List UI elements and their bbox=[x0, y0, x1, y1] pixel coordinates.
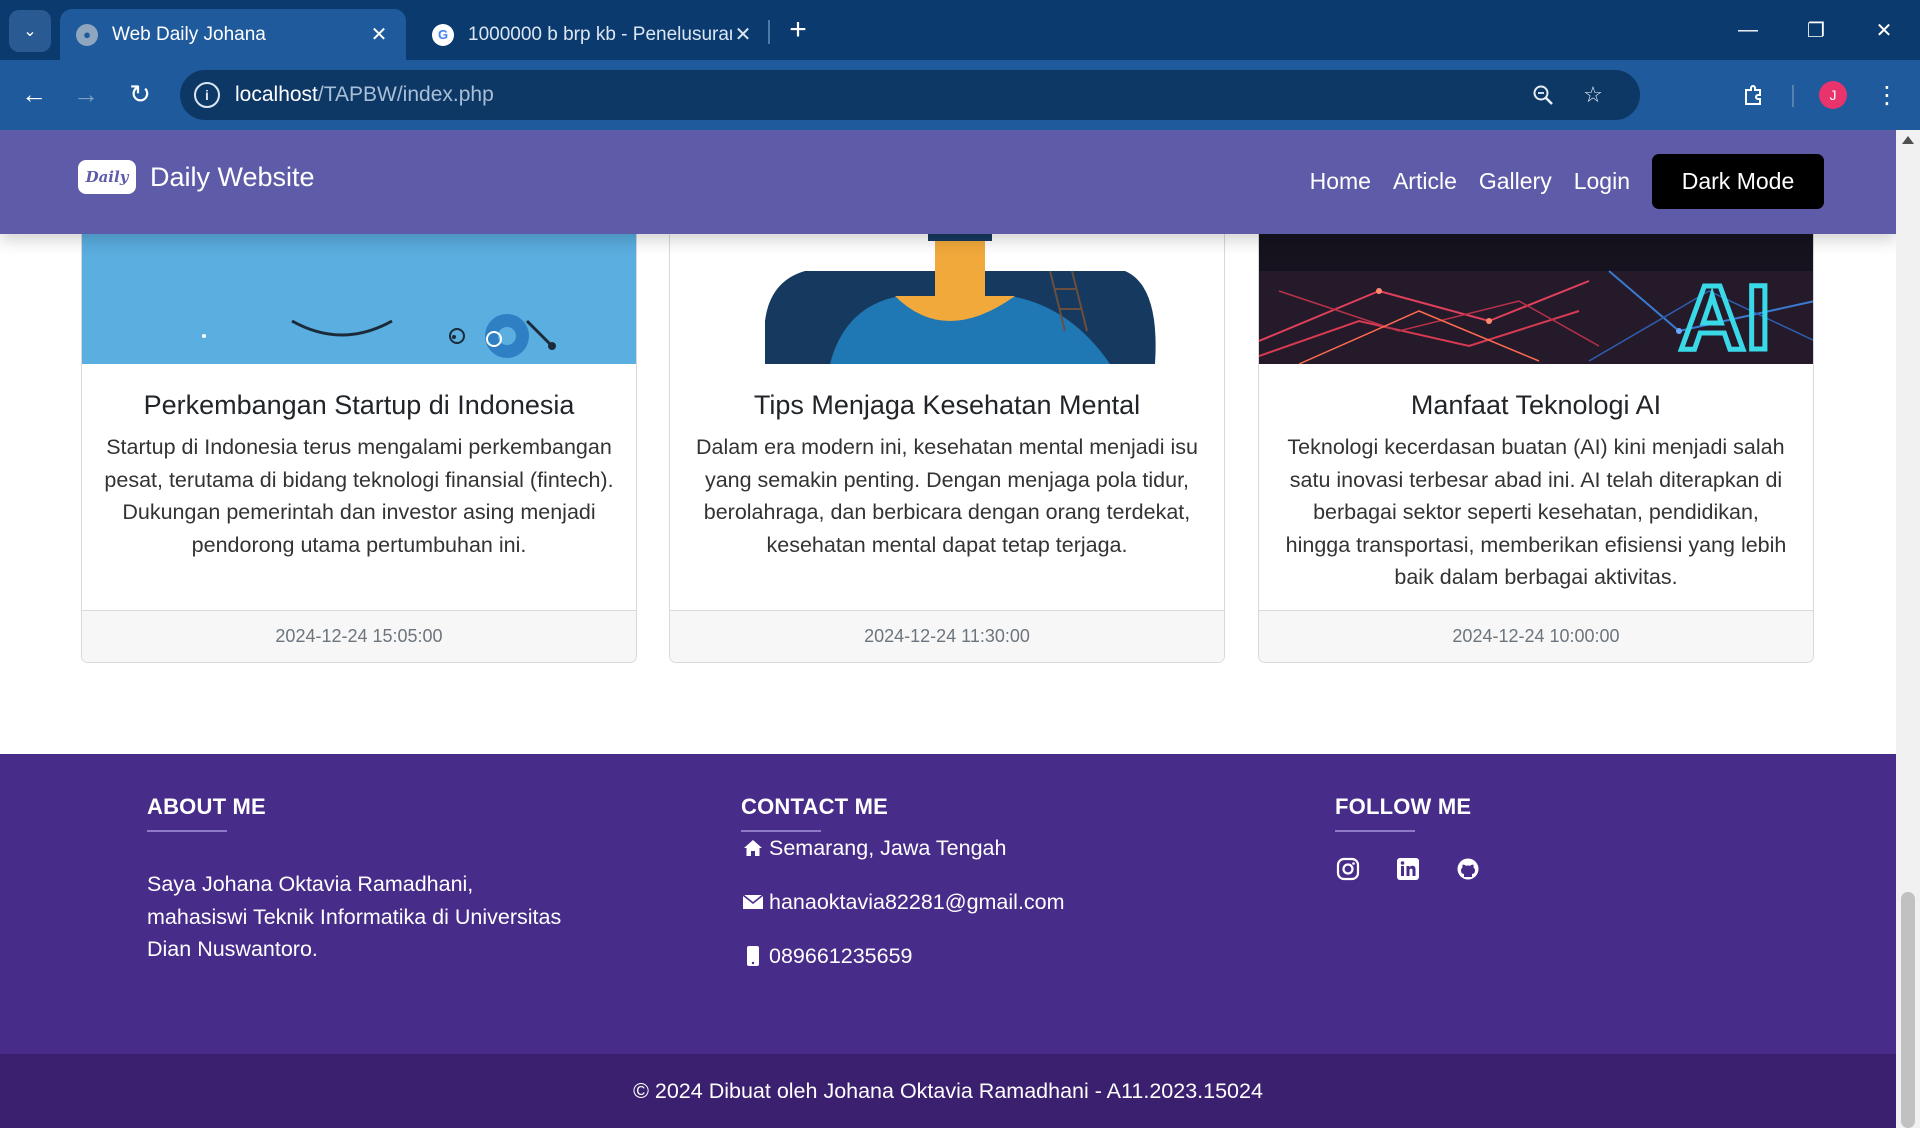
toolbar-separator bbox=[1792, 85, 1794, 107]
brand-logo: Daily bbox=[78, 160, 136, 194]
linkedin-icon[interactable] bbox=[1395, 856, 1421, 882]
instagram-icon[interactable] bbox=[1335, 856, 1361, 882]
follow-heading: FOLLOW ME bbox=[1335, 794, 1472, 819]
article-card: AI Manfaat Teknologi AI Teknologi kecerd… bbox=[1258, 170, 1814, 663]
reload-icon: ↻ bbox=[129, 78, 151, 109]
follow-section: FOLLOW ME bbox=[1335, 794, 1515, 882]
article-text: Teknologi kecerdasan buatan (AI) kini me… bbox=[1285, 435, 1787, 589]
reload-button[interactable]: ↻ bbox=[120, 74, 160, 114]
contact-heading: CONTACT ME bbox=[741, 794, 889, 819]
close-tab-icon[interactable]: ✕ bbox=[732, 22, 754, 47]
nav-home-link[interactable]: Home bbox=[1310, 168, 1371, 195]
article-card: Tips Menjaga Kesehatan Mental Dalam era … bbox=[669, 170, 1225, 663]
globe-icon: ● bbox=[76, 23, 98, 46]
nav-article-link[interactable]: Article bbox=[1393, 168, 1457, 195]
back-button[interactable]: ← bbox=[14, 74, 54, 114]
arrow-left-icon: ← bbox=[21, 78, 47, 109]
url-text[interactable]: localhost/TAPBW/index.php bbox=[235, 83, 494, 107]
contact-address: Semarang, Jawa Tengah bbox=[741, 832, 1065, 864]
site-info-icon[interactable]: i bbox=[194, 82, 220, 108]
restore-button[interactable]: ❐ bbox=[1792, 8, 1840, 52]
google-icon: G bbox=[432, 23, 454, 46]
tab-google-search[interactable]: G 1000000 b brp kb - Penelusuran ✕ bbox=[416, 9, 770, 60]
article-title: Tips Menjaga Kesehatan Mental bbox=[753, 390, 1141, 420]
bookmark-star-icon[interactable]: ☆ bbox=[1576, 78, 1610, 112]
browser-tab-strip: ⌄ ● Web Daily Johana ✕ G 1000000 b brp k… bbox=[0, 0, 1920, 60]
nav-gallery-link[interactable]: Gallery bbox=[1479, 168, 1552, 195]
site-navbar: Daily Daily Website Home Article Gallery… bbox=[0, 130, 1896, 234]
minimize-button[interactable]: — bbox=[1724, 8, 1772, 52]
article-text: Dalam era modern ini, kesehatan mental m… bbox=[696, 435, 1198, 557]
close-window-button[interactable]: ✕ bbox=[1860, 8, 1908, 52]
extensions-button[interactable] bbox=[1735, 76, 1773, 114]
github-icon[interactable] bbox=[1455, 856, 1481, 882]
heading-underline bbox=[147, 830, 227, 832]
article-date: 2024-12-24 15:05:00 bbox=[82, 610, 636, 662]
profile-avatar[interactable]: J bbox=[1819, 81, 1847, 109]
address-bar[interactable]: i localhost/TAPBW/index.php ☆ bbox=[180, 70, 1640, 120]
article-date: 2024-12-24 10:00:00 bbox=[1259, 610, 1813, 662]
plus-icon: + bbox=[789, 13, 807, 46]
tab-separator bbox=[768, 20, 770, 44]
scroll-up-arrow-icon[interactable] bbox=[1902, 136, 1914, 144]
heading-underline bbox=[1335, 830, 1415, 832]
minimize-icon: — bbox=[1738, 18, 1758, 41]
about-heading: ABOUT ME bbox=[147, 794, 266, 819]
new-tab-button[interactable]: + bbox=[780, 12, 816, 48]
address-text: Semarang, Jawa Tengah bbox=[769, 835, 1007, 860]
tab-web-daily-johana[interactable]: ● Web Daily Johana ✕ bbox=[60, 9, 406, 60]
about-section: ABOUT ME Saya Johana Oktavia Ramadhani, … bbox=[147, 794, 577, 966]
phone-text[interactable]: 089661235659 bbox=[769, 944, 913, 969]
chevron-down-icon: ⌄ bbox=[23, 23, 37, 40]
tab-title: Web Daily Johana bbox=[112, 23, 266, 45]
browser-menu-button[interactable]: ⋮ bbox=[1868, 76, 1906, 114]
article-card-body: Tips Menjaga Kesehatan Mental Dalam era … bbox=[670, 364, 1224, 561]
url-path: /TAPBW/index.php bbox=[317, 83, 494, 106]
page-viewport: Daily Daily Website Home Article Gallery… bbox=[0, 130, 1896, 1128]
puzzle-icon bbox=[1745, 85, 1761, 105]
site-footer: ABOUT ME Saya Johana Oktavia Ramadhani, … bbox=[0, 754, 1896, 1128]
about-text: Saya Johana Oktavia Ramadhani, mahasiswi… bbox=[147, 872, 562, 961]
nav-links: Home Article Gallery Login Dark Mode bbox=[1310, 154, 1824, 209]
forward-button[interactable]: → bbox=[66, 74, 106, 114]
zoom-icon[interactable] bbox=[1526, 78, 1560, 112]
scroll-thumb[interactable] bbox=[1901, 892, 1915, 1128]
contact-email: hanaoktavia82281@gmail.com bbox=[741, 886, 1065, 918]
brand[interactable]: Daily Daily Website bbox=[78, 160, 315, 194]
copyright-bar: © 2024 Dibuat oleh Johana Oktavia Ramadh… bbox=[0, 1054, 1896, 1128]
close-icon: ✕ bbox=[1875, 19, 1893, 42]
email-text[interactable]: hanaoktavia82281@gmail.com bbox=[769, 890, 1065, 915]
phone-icon bbox=[741, 945, 765, 967]
article-date: 2024-12-24 11:30:00 bbox=[670, 610, 1224, 662]
article-title: Perkembangan Startup di Indonesia bbox=[143, 390, 575, 420]
url-host: localhost bbox=[235, 83, 318, 106]
close-tab-icon[interactable]: ✕ bbox=[368, 22, 390, 47]
article-text: Startup di Indonesia terus mengalami per… bbox=[104, 435, 614, 557]
brand-name: Daily Website bbox=[150, 161, 315, 192]
contact-section: CONTACT ME Semarang, Jawa Tengah hanaokt… bbox=[741, 794, 1065, 994]
envelope-icon bbox=[741, 894, 765, 910]
article-card-body: Perkembangan Startup di Indonesia Startu… bbox=[82, 364, 636, 561]
tab-title: 1000000 b brp kb - Penelusuran bbox=[468, 23, 732, 45]
tab-search-button[interactable]: ⌄ bbox=[9, 10, 51, 52]
ai-image-text: AI bbox=[1679, 267, 1771, 364]
nav-login-link[interactable]: Login bbox=[1574, 168, 1630, 195]
article-card-body: Manfaat Teknologi AI Teknologi kecerdasa… bbox=[1259, 364, 1813, 594]
article-card: Perkembangan Startup di Indonesia Startu… bbox=[81, 170, 637, 663]
restore-icon: ❐ bbox=[1807, 19, 1825, 42]
arrow-right-icon: → bbox=[73, 78, 99, 109]
article-title: Manfaat Teknologi AI bbox=[1410, 390, 1662, 420]
page-scrollbar[interactable] bbox=[1896, 130, 1920, 1128]
contact-phone: 089661235659 bbox=[741, 940, 1065, 972]
social-links bbox=[1335, 856, 1515, 882]
browser-toolbar: ← → ↻ i localhost/TAPBW/index.php ☆ J ⋮ bbox=[0, 60, 1920, 130]
dark-mode-button[interactable]: Dark Mode bbox=[1652, 154, 1824, 209]
more-vert-icon: ⋮ bbox=[1875, 81, 1899, 109]
house-icon bbox=[741, 838, 765, 858]
